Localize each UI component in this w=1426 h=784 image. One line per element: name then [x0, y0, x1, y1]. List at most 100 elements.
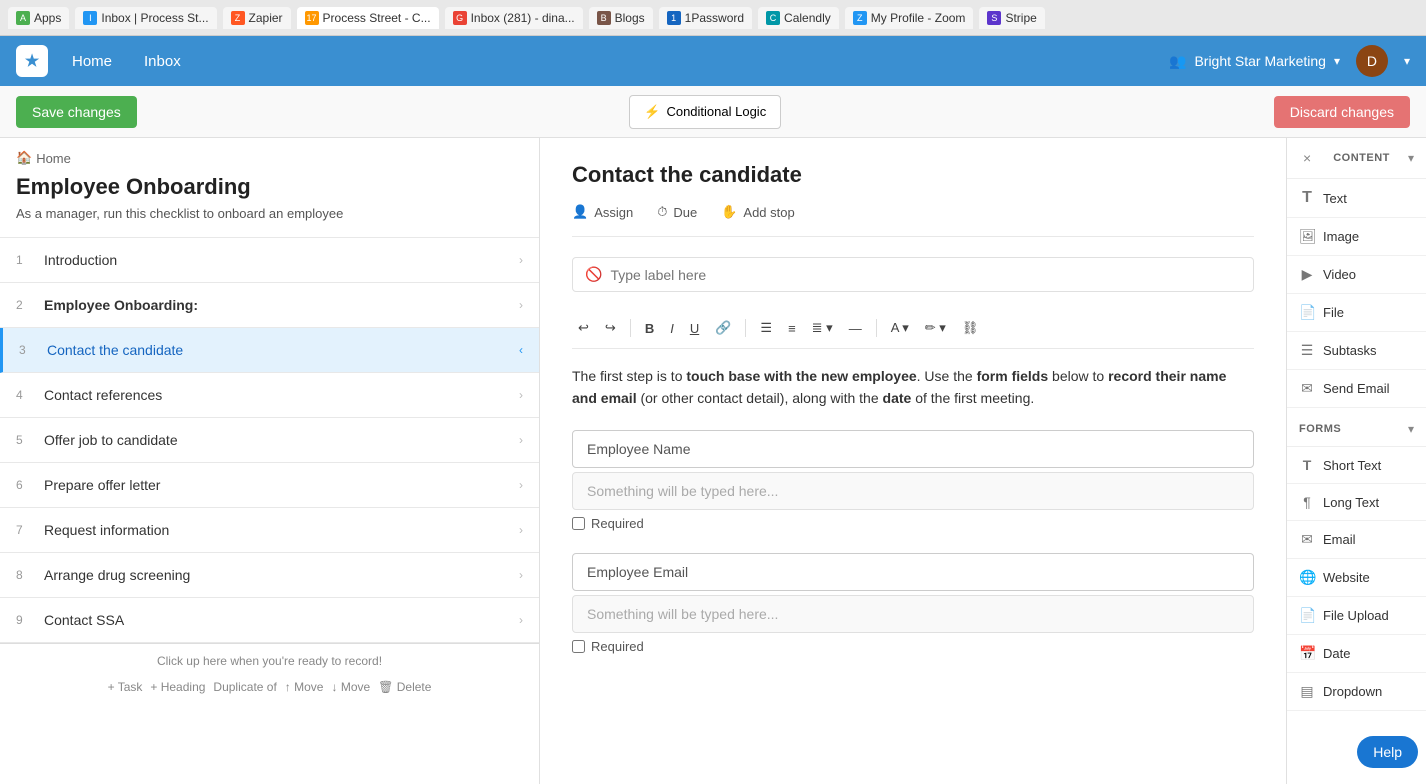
task-name-2: Employee Onboarding:: [44, 297, 507, 313]
tab-blogs[interactable]: B Blogs: [589, 7, 653, 29]
send-email-icon: ✉: [1299, 380, 1315, 397]
nav-inbox[interactable]: Inbox: [136, 49, 189, 74]
assign-button[interactable]: 👤 Assign: [572, 204, 633, 220]
add-task-button[interactable]: + Task: [108, 680, 143, 694]
ps-favicon: 17: [305, 11, 319, 25]
task-item-1[interactable]: 1 Introduction ›: [0, 238, 539, 283]
tab-apps[interactable]: A Apps: [8, 7, 69, 29]
move-down-button[interactable]: ↓ Move: [331, 680, 370, 694]
help-button[interactable]: Help: [1357, 736, 1418, 768]
panel-item-subtasks[interactable]: ☰ Subtasks: [1287, 332, 1426, 370]
tab-calendly[interactable]: C Calendly: [758, 7, 839, 29]
delete-button[interactable]: 🗑 Delete: [378, 680, 431, 694]
dropdown-icon: ▤: [1299, 683, 1315, 700]
employee-email-field-group: Employee Email Something will be typed h…: [572, 553, 1254, 660]
panel-item-send-email[interactable]: ✉ Send Email: [1287, 370, 1426, 408]
highlight-button[interactable]: ✏ ▾: [919, 316, 952, 340]
task-name-1: Introduction: [44, 252, 507, 268]
task-item-7[interactable]: 7 Request information ›: [0, 508, 539, 553]
ul-button[interactable]: ☰: [754, 316, 778, 340]
user-avatar[interactable]: D: [1356, 45, 1388, 77]
panel-item-dropdown[interactable]: ▤ Dropdown: [1287, 673, 1426, 711]
text-icon: T: [1299, 189, 1315, 207]
panel-item-short-text[interactable]: T Short Text: [1287, 447, 1426, 484]
employee-email-label[interactable]: Employee Email: [572, 553, 1254, 591]
save-changes-button[interactable]: Save changes: [16, 96, 137, 128]
task-chevron-2: ›: [519, 298, 523, 312]
tab-inbox-g[interactable]: G Inbox (281) - dina...: [445, 7, 583, 29]
add-heading-button[interactable]: + Heading: [150, 680, 205, 694]
task-name-5: Offer job to candidate: [44, 432, 507, 448]
task-chevron-1: ›: [519, 253, 523, 267]
duplicate-button[interactable]: Duplicate of: [213, 680, 276, 694]
panel-close-button[interactable]: ×: [1299, 148, 1315, 168]
file-upload-icon: 📄: [1299, 607, 1315, 624]
nav-home[interactable]: Home: [64, 49, 120, 74]
label-input[interactable]: [610, 267, 1241, 283]
task-num-2: 2: [16, 298, 32, 312]
employee-name-placeholder: Something will be typed here...: [572, 472, 1254, 510]
link-button[interactable]: 🔗: [709, 316, 737, 340]
task-body-text: The first step is to touch base with the…: [572, 365, 1254, 410]
move-up-button[interactable]: ↑ Move: [285, 680, 324, 694]
rte-sep-2: [745, 319, 746, 337]
nav-org[interactable]: 👥 Bright Star Marketing ▾: [1169, 53, 1340, 70]
task-item-6[interactable]: 6 Prepare offer letter ›: [0, 463, 539, 508]
short-text-icon: T: [1299, 457, 1315, 473]
panel-item-image[interactable]: 🖼 Image: [1287, 218, 1426, 256]
hide-icon[interactable]: 🚫: [585, 266, 602, 283]
underline-button[interactable]: U: [684, 317, 705, 340]
1pw-favicon: 1: [667, 11, 681, 25]
task-item-3[interactable]: 3 Contact the candidate ‹: [0, 328, 539, 373]
employee-name-required-checkbox[interactable]: [572, 517, 585, 530]
tab-zoom[interactable]: Z My Profile - Zoom: [845, 7, 974, 29]
panel-item-text[interactable]: T Text: [1287, 179, 1426, 218]
ol-button[interactable]: ≡: [782, 317, 802, 340]
employee-email-required-checkbox[interactable]: [572, 640, 585, 653]
task-item-4[interactable]: 4 Contact references ›: [0, 373, 539, 418]
task-item-2[interactable]: 2 Employee Onboarding: ›: [0, 283, 539, 328]
task-item-9[interactable]: 9 Contact SSA ›: [0, 598, 539, 643]
panel-item-video[interactable]: ▶ Video: [1287, 256, 1426, 294]
tab-inbox-ps[interactable]: I Inbox | Process St...: [75, 7, 216, 29]
org-name: Bright Star Marketing: [1194, 53, 1326, 69]
employee-name-label[interactable]: Employee Name: [572, 430, 1254, 468]
bold-button[interactable]: B: [639, 317, 660, 340]
task-chevron-4: ›: [519, 388, 523, 402]
panel-item-file[interactable]: 📄 File: [1287, 294, 1426, 332]
forms-section-title: FORMS: [1299, 423, 1341, 435]
task-num-9: 9: [16, 613, 32, 627]
task-num-5: 5: [16, 433, 32, 447]
org-icon: 👥: [1169, 53, 1186, 70]
browser-tab-bar: A Apps I Inbox | Process St... Z Zapier …: [0, 0, 1426, 36]
hr-button[interactable]: —: [843, 317, 868, 340]
italic-button[interactable]: I: [664, 317, 680, 340]
tab-process-street[interactable]: 17 Process Street - C...: [297, 7, 439, 29]
align-button[interactable]: ≣ ▾: [806, 316, 839, 340]
discard-changes-button[interactable]: Discard changes: [1274, 96, 1410, 128]
task-item-5[interactable]: 5 Offer job to candidate ›: [0, 418, 539, 463]
tab-stripe[interactable]: S Stripe: [979, 7, 1044, 29]
undo-button[interactable]: ↩: [572, 316, 595, 340]
app-logo[interactable]: ★: [16, 45, 48, 77]
checklist-description: As a manager, run this checklist to onbo…: [0, 204, 539, 237]
conditional-logic-button[interactable]: ⚡ Conditional Logic: [629, 95, 781, 129]
panel-item-long-text[interactable]: ¶ Long Text: [1287, 484, 1426, 521]
clear-format-button[interactable]: ⛓: [956, 316, 985, 340]
text-color-button[interactable]: A ▾: [885, 316, 915, 340]
panel-item-website[interactable]: 🌐 Website: [1287, 559, 1426, 597]
employee-name-field-group: Employee Name Something will be typed he…: [572, 430, 1254, 537]
due-button[interactable]: ⏱ Due: [657, 204, 697, 220]
assign-icon: 👤: [572, 204, 588, 220]
redo-button[interactable]: ↪: [599, 316, 622, 340]
panel-item-file-upload[interactable]: 📄 File Upload: [1287, 597, 1426, 635]
task-name-7: Request information: [44, 522, 507, 538]
tab-1password[interactable]: 1 1Password: [659, 7, 752, 29]
tab-zapier[interactable]: Z Zapier: [223, 7, 291, 29]
task-item-8[interactable]: 8 Arrange drug screening ›: [0, 553, 539, 598]
sidebar-hint: Click up here when you're ready to recor…: [0, 650, 539, 672]
panel-item-date[interactable]: 📅 Date: [1287, 635, 1426, 673]
panel-item-email[interactable]: ✉ Email: [1287, 521, 1426, 559]
add-stop-button[interactable]: ✋ Add stop: [721, 204, 795, 220]
breadcrumb[interactable]: 🏠 Home: [0, 138, 539, 170]
